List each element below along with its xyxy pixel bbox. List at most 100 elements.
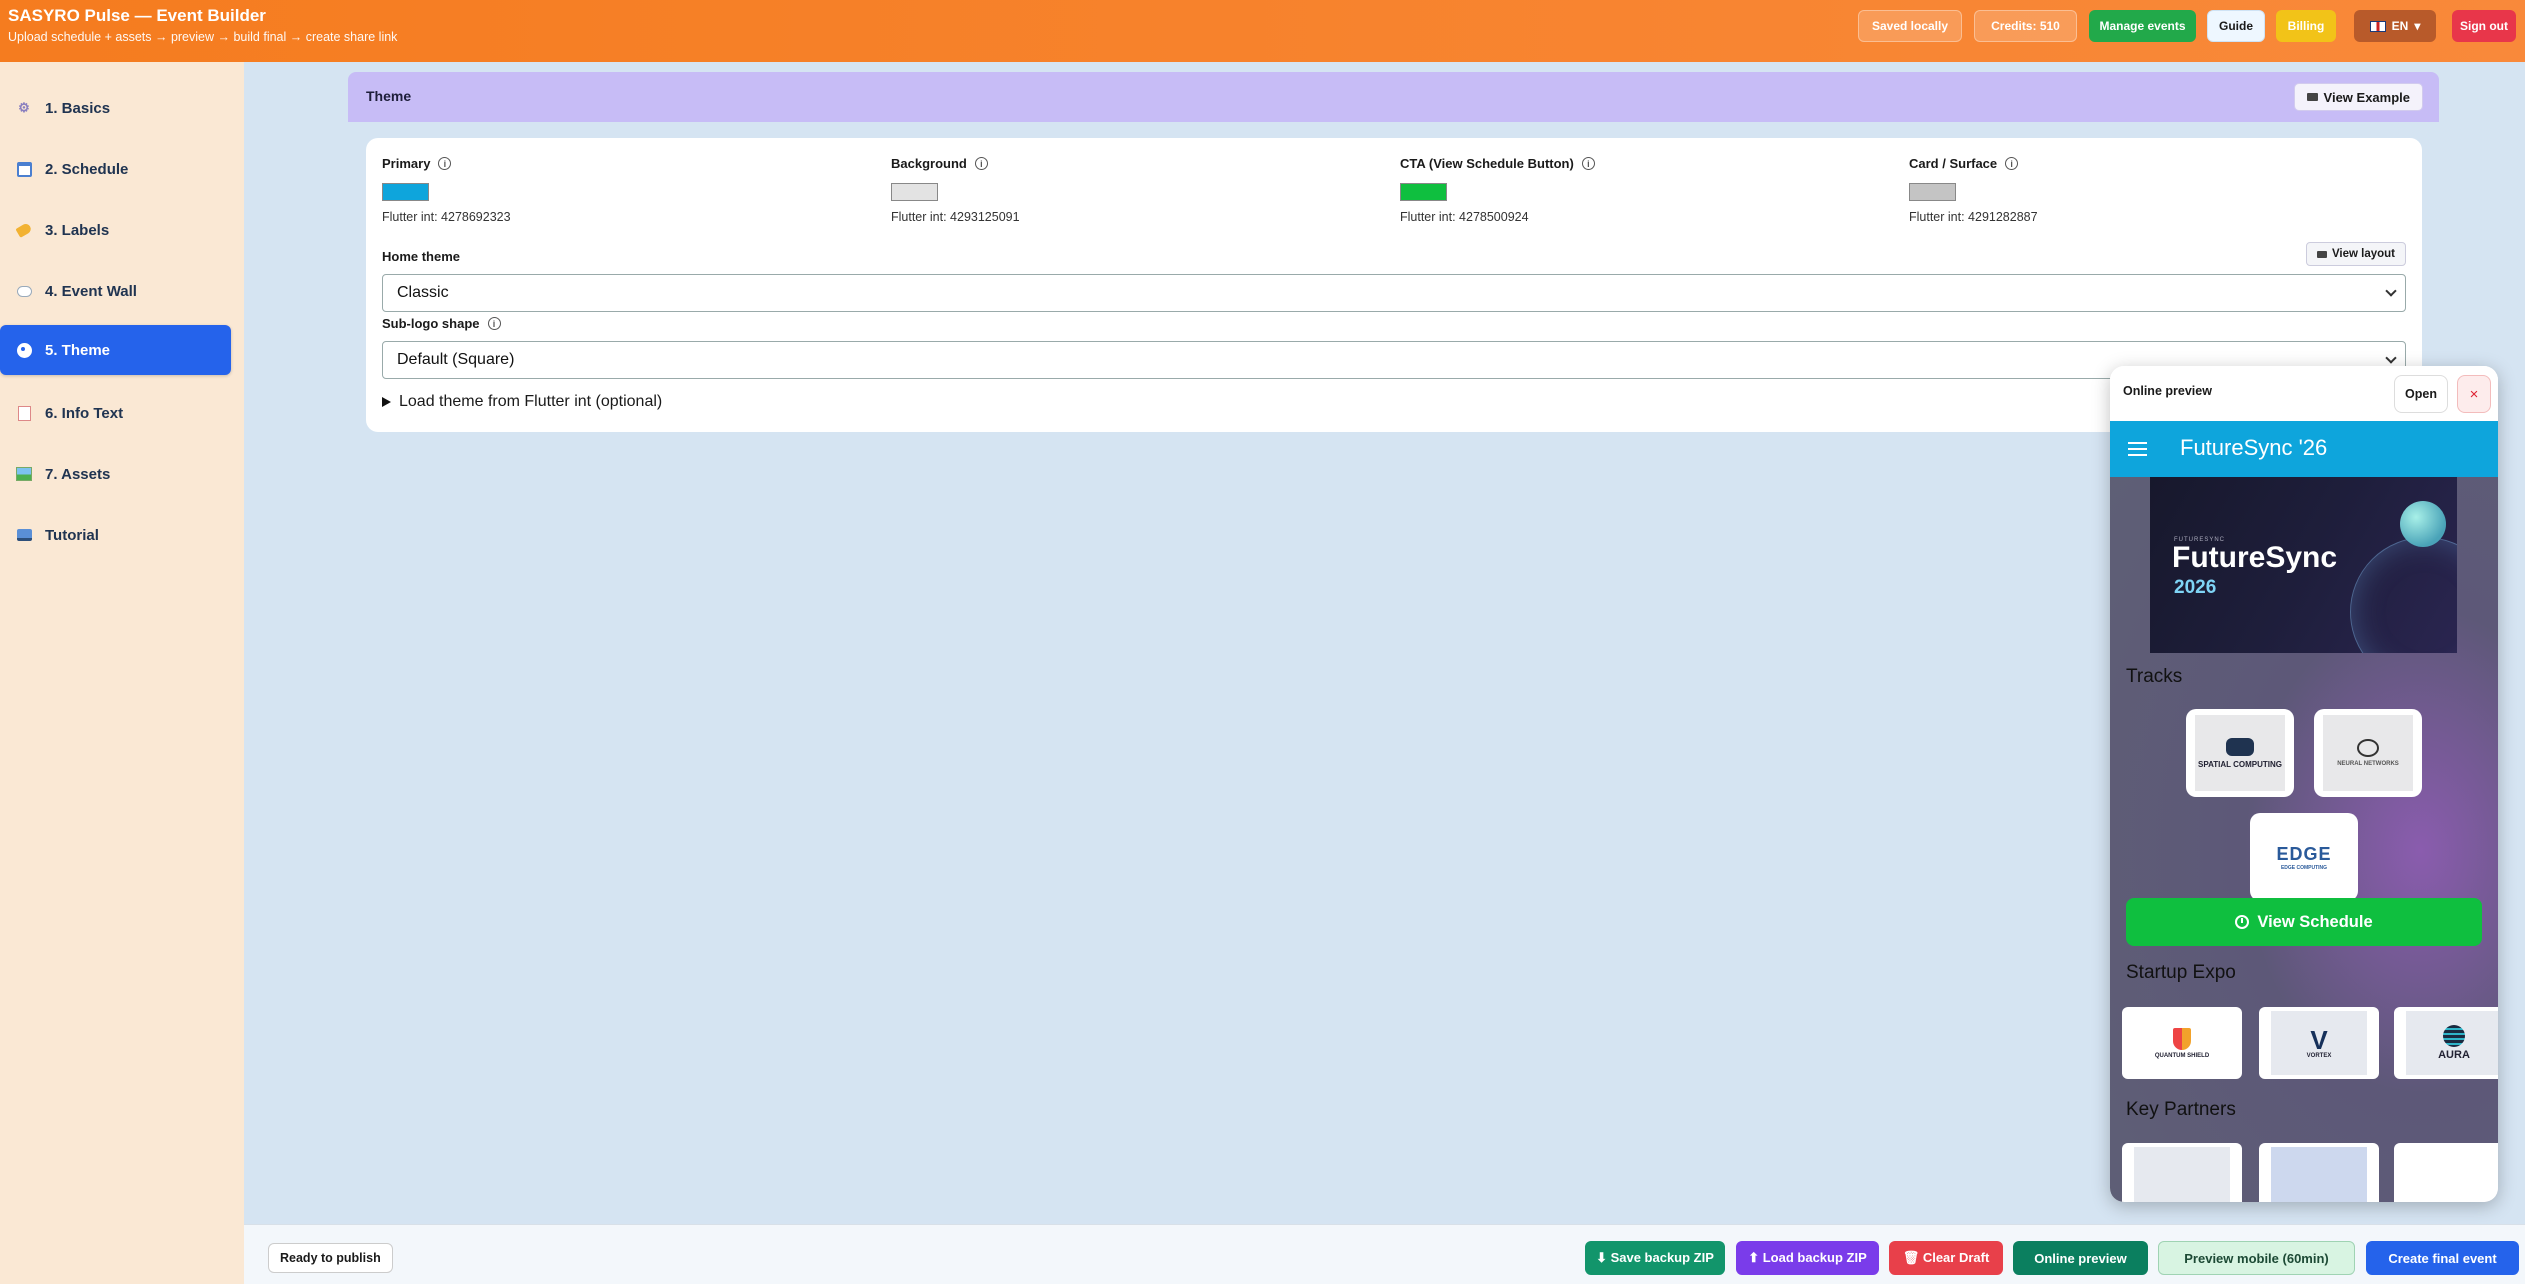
chevron-down-icon	[2385, 285, 2397, 297]
sidebar: ⚙ 1. Basics 2. Schedule 3. Labels 4. Eve…	[0, 62, 244, 1284]
home-theme-label: Home theme	[382, 249, 460, 264]
track-label: SPATIAL COMPUTING	[2198, 759, 2282, 769]
partner-tile[interactable]	[2259, 1143, 2379, 1202]
view-layout-label: View layout	[2331, 248, 2395, 260]
calendar-icon	[15, 160, 33, 178]
save-backup-zip-button[interactable]: ⬇ Save backup ZIP	[1585, 1241, 1725, 1275]
edge-logo-icon: EDGE	[2276, 843, 2332, 864]
app-name: FutureSync '26	[2180, 435, 2328, 460]
color-swatch-cta[interactable]	[1400, 183, 1447, 201]
open-preview-button[interactable]: Open	[2394, 375, 2448, 413]
sidebar-item-label: 1. Basics	[45, 99, 111, 117]
tracks-heading: Tracks	[2126, 666, 2183, 687]
sign-out-button[interactable]: Sign out	[2452, 10, 2516, 42]
shield-icon	[2173, 1027, 2191, 1050]
info-icon[interactable]: i	[974, 157, 988, 170]
color-field-background: Background i Flutter int: 4293125091	[891, 156, 1020, 224]
color-swatch-background[interactable]	[891, 183, 938, 201]
startup-tile[interactable]: V VORTEX	[2259, 1007, 2379, 1079]
sidebar-item-theme[interactable]: 5. Theme	[0, 325, 231, 375]
tag-icon	[15, 221, 33, 239]
load-backup-zip-button[interactable]: ⬆ Load backup ZIP	[1736, 1241, 1879, 1275]
vr-headset-icon	[2226, 737, 2254, 756]
sidebar-item-label: 5. Theme	[45, 341, 111, 359]
sidebar-item-label: Tutorial	[45, 526, 99, 544]
vortex-logo-icon: V	[2310, 1025, 2328, 1055]
sublogo-shape-select[interactable]: Default (Square)	[382, 341, 2406, 379]
track-label: NEURAL NETWORKS	[2337, 761, 2399, 767]
startup-tile[interactable]: QUANTUM SHIELD	[2122, 1007, 2242, 1079]
manage-events-button[interactable]: Manage events	[2089, 10, 2196, 42]
section-title: Theme	[366, 88, 412, 104]
app-header: SASYRO Pulse — Event Builder Upload sche…	[0, 0, 2525, 62]
sidebar-item-info-text[interactable]: 6. Info Text	[0, 388, 231, 438]
color-swatch-card-surface[interactable]	[1909, 183, 1956, 201]
partner-tile[interactable]	[2122, 1143, 2242, 1202]
banner-year: 2026	[2174, 577, 2217, 598]
home-theme-label-text: Home theme	[382, 249, 461, 264]
sidebar-item-labels[interactable]: 3. Labels	[0, 205, 231, 255]
view-layout-button[interactable]: View layout	[2305, 242, 2406, 266]
info-icon[interactable]: i	[438, 157, 452, 170]
online-preview-button[interactable]: Online preview	[2013, 1241, 2148, 1275]
track-tile[interactable]: NEURAL NETWORKS	[2314, 709, 2422, 797]
sidebar-item-label: 4. Event Wall	[45, 282, 137, 300]
billing-button[interactable]: Billing	[2276, 10, 2336, 42]
home-theme-value: Classic	[397, 284, 449, 301]
info-icon[interactable]: i	[1581, 157, 1595, 170]
close-preview-button[interactable]: ×	[2457, 375, 2491, 413]
color-swatch-primary[interactable]	[382, 183, 429, 201]
color-field-primary: Primary i Flutter int: 4278692323	[382, 156, 511, 224]
color-label: Primary	[382, 156, 431, 171]
load-theme-disclosure[interactable]: Load theme from Flutter int (optional)	[382, 393, 662, 411]
hamburger-menu-icon[interactable]	[2128, 442, 2147, 456]
sidebar-item-event-wall[interactable]: 4. Event Wall	[0, 266, 231, 316]
saved-status-badge: Saved locally	[1858, 10, 1962, 42]
create-final-event-button[interactable]: Create final event	[2366, 1241, 2519, 1275]
chevron-down-icon: ▾	[2414, 19, 2421, 33]
app-preview-screen: FutureSync '26 FUTURESYNC FutureSync 202…	[2110, 421, 2498, 1202]
sidebar-item-tutorial[interactable]: Tutorial	[0, 510, 231, 560]
preview-mobile-button[interactable]: Preview mobile (60min)	[2158, 1241, 2355, 1275]
track-tile[interactable]: SPATIAL COMPUTING	[2186, 709, 2294, 797]
tutorial-icon	[15, 526, 33, 544]
view-example-button[interactable]: View Example	[2293, 83, 2423, 111]
language-select[interactable]: EN ▾	[2354, 10, 2436, 42]
memo-icon	[15, 404, 33, 422]
sidebar-item-schedule[interactable]: 2. Schedule	[0, 144, 231, 194]
gear-icon: ⚙	[18, 100, 30, 115]
partner-tile[interactable]	[2394, 1143, 2498, 1202]
orb-graphic	[2400, 501, 2446, 547]
online-preview-panel: Online preview Open × FutureSync '26 FUT…	[2110, 366, 2498, 1202]
clear-draft-button[interactable]: 🗑 Clear Draft	[1889, 1241, 2003, 1275]
view-schedule-label: View Schedule	[2257, 912, 2373, 931]
camera-icon	[2306, 93, 2318, 101]
startup-tile[interactable]: AURA	[2394, 1007, 2498, 1079]
startup-label: AURA	[2438, 1049, 2470, 1061]
camera-icon	[2316, 250, 2327, 258]
sidebar-item-assets[interactable]: 7. Assets	[0, 449, 231, 499]
app-title: SASYRO Pulse — Event Builder	[8, 6, 266, 25]
publish-status-badge: Ready to publish	[268, 1243, 393, 1273]
sidebar-item-basics[interactable]: ⚙ 1. Basics	[0, 83, 231, 133]
guide-button[interactable]: Guide	[2207, 10, 2265, 42]
view-schedule-button[interactable]: View Schedule	[2126, 898, 2482, 946]
preview-toolbar: Online preview Open ×	[2110, 366, 2498, 421]
color-label: Card / Surface	[1909, 156, 1998, 171]
credits-button[interactable]: Credits: 510	[1974, 10, 2077, 42]
info-icon[interactable]: i	[487, 317, 501, 330]
track-tile[interactable]: EDGE EDGE COMPUTING	[2250, 813, 2358, 901]
color-field-cta: CTA (View Schedule Button) i Flutter int:…	[1400, 156, 1595, 224]
palette-icon	[15, 341, 33, 359]
key-partners-heading: Key Partners	[2126, 1099, 2236, 1120]
home-theme-select[interactable]: Classic	[382, 274, 2406, 312]
flutter-int-text: Flutter int: 4278692323	[382, 210, 511, 224]
startup-expo-heading: Startup Expo	[2126, 962, 2236, 983]
color-label: Background	[891, 156, 967, 171]
info-icon[interactable]: i	[2005, 157, 2019, 170]
flutter-int-text: Flutter int: 4278500924	[1400, 210, 1529, 224]
picture-icon	[15, 465, 33, 483]
clock-icon	[2235, 915, 2250, 929]
aura-logo-icon	[2443, 1025, 2465, 1047]
color-field-card-surface: Card / Surface i Flutter int: 4291282887	[1909, 156, 2038, 224]
